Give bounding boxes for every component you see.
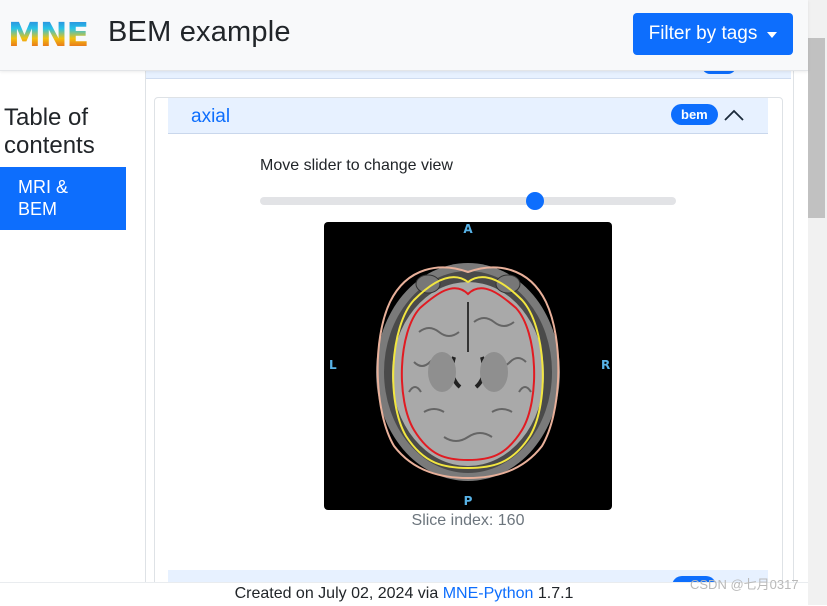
orientation-label-p: P [464,494,473,508]
page-title: BEM example [108,16,291,48]
slider-thumb[interactable] [525,192,544,210]
orientation-label-r: R [601,358,610,372]
tag-badge[interactable]: bem [671,104,718,125]
footer-suffix: 1.7.1 [533,585,574,602]
accordion-title[interactable]: axial [191,106,230,128]
toc-item-mri-bem[interactable]: MRI & BEM [0,167,126,230]
watermark: CSDN @七月0317 [690,577,799,592]
sidebar: Table of contents MRI & BEM [0,70,146,590]
chevron-up-icon[interactable] [723,107,745,123]
toc-title: Table of contents [4,104,95,159]
slider-label: Move slider to change view [260,157,453,174]
slice-slider[interactable] [260,197,676,205]
filter-by-tags-button[interactable]: Filter by tags [633,13,793,55]
mri-slice-image: A P L R [324,222,612,510]
caret-down-icon [767,32,778,38]
filter-button-label: Filter by tags [648,23,758,44]
slice-index-caption: Slice index: 160 [411,512,525,529]
orientation-label-l: L [329,358,337,372]
mne-logo[interactable]: MNE [8,18,100,50]
mne-python-link[interactable]: MNE-Python [443,585,534,602]
mri-axial-svg: A P L R [329,222,610,508]
navbar: MNE BEM example Filter by tags [0,0,808,71]
accordion-header-axial[interactable]: axial bem [168,98,768,134]
toc-item-label: MRI & BEM [18,177,69,219]
svg-text:MNE: MNE [8,18,88,50]
previous-accordion-header[interactable] [146,66,791,79]
footer: Created on July 02, 2024 via MNE-Python … [0,582,808,606]
orientation-label-a: A [463,222,473,236]
scrollbar-thumb[interactable] [808,38,825,218]
footer-prefix: Created on July 02, 2024 via [234,585,443,602]
